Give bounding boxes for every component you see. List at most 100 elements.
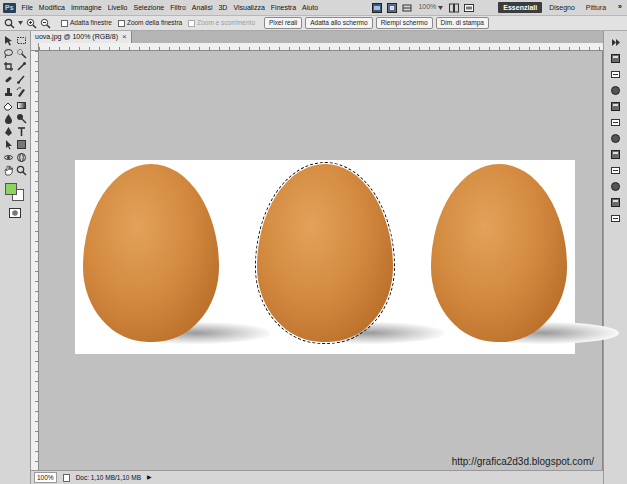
workspace-button[interactable]: Disegno <box>545 2 579 13</box>
eyedropper-tool-icon[interactable] <box>16 61 27 72</box>
option-checkbox-row: Zoom e scorrimento <box>188 18 255 28</box>
foreground-color-swatch[interactable] <box>5 183 17 195</box>
menu-item[interactable]: Aiuto <box>302 2 318 14</box>
healing-tool-icon[interactable] <box>3 74 14 85</box>
menu-items: File Modifica Immagine Livello Selezione Filt… <box>22 2 319 14</box>
move-tool-icon[interactable] <box>3 35 14 46</box>
option-checkbox-label[interactable]: Adatta finestre <box>70 18 112 28</box>
adjustments-panel-icon[interactable] <box>610 85 621 96</box>
masks-panel-icon[interactable] <box>610 101 621 112</box>
egg <box>81 164 221 350</box>
shape-tool-icon[interactable] <box>16 139 27 150</box>
ruler-corner <box>31 43 39 51</box>
menu-item[interactable]: Analisi <box>192 2 213 14</box>
document-tabs: uova.jpg @ 100% (RGB/8) × <box>31 31 603 43</box>
zoom-tool-icon[interactable] <box>4 18 15 29</box>
tools-panel <box>0 31 31 484</box>
egg <box>429 164 569 350</box>
zoom-tool-options <box>4 18 51 29</box>
layers-panel-icon[interactable] <box>610 117 621 128</box>
mini-bridge-icon[interactable] <box>387 3 397 13</box>
quick-mask-icon[interactable] <box>9 208 21 218</box>
document-window: uova.jpg @ 100% (RGB/8) × http://grafica… <box>31 31 603 484</box>
history-brush-tool-icon[interactable] <box>16 87 27 98</box>
option-button[interactable]: Adatta allo schermo <box>305 17 372 29</box>
option-checkbox-label[interactable]: Zoom della finestra <box>127 18 182 28</box>
dodge-tool-icon[interactable] <box>16 113 27 124</box>
option-checkbox-row[interactable]: Zoom della finestra <box>118 18 182 28</box>
quick-selection-tool-icon[interactable] <box>16 48 27 59</box>
gradient-tool-icon[interactable] <box>16 100 27 111</box>
egg-shape[interactable] <box>257 164 393 342</box>
option-checkbox-row[interactable]: Adatta finestre <box>61 18 112 28</box>
lasso-tool-icon[interactable] <box>3 48 14 59</box>
stamp-tool-icon[interactable] <box>3 87 14 98</box>
screen-mode-icon[interactable] <box>464 3 474 13</box>
brushes-panel-icon[interactable] <box>610 197 621 208</box>
zoom-tool-icon[interactable] <box>16 165 27 176</box>
menu-item[interactable]: Filtro <box>170 2 186 14</box>
brush-tool-icon[interactable] <box>16 74 27 85</box>
horizontal-ruler[interactable] <box>39 43 603 51</box>
menu-item[interactable]: Modifica <box>39 2 65 14</box>
option-button[interactable]: Riempi schermo <box>376 17 433 29</box>
option-button[interactable]: Dim. di stampa <box>436 17 489 29</box>
option-checkbox[interactable] <box>61 20 68 27</box>
menu-item[interactable]: Livello <box>108 2 128 14</box>
vertical-ruler[interactable] <box>31 51 39 470</box>
option-buttons: Pixel realiAdatta allo schermo Riempi sch… <box>264 17 489 29</box>
document-title[interactable]: uova.jpg @ 100% (RGB/8) <box>35 32 118 43</box>
canvas-area: http://grafica2d3d.blogspot.com/ <box>39 51 603 470</box>
close-tab-button[interactable]: × <box>122 31 127 43</box>
menu-item[interactable]: 3D <box>218 2 227 14</box>
zoom-out-icon[interactable] <box>40 18 51 29</box>
eraser-tool-icon[interactable] <box>3 100 14 111</box>
option-checkboxes: Adatta finestre Zoom della finestra Zoom e… <box>61 18 255 28</box>
character-panel-icon[interactable] <box>610 213 621 224</box>
3d-rotate-tool-icon[interactable] <box>3 152 14 163</box>
menu-bar: Ps FileModificaImmagineLivelloSelezioneF… <box>0 0 627 16</box>
arrange-documents-icon[interactable] <box>449 3 459 13</box>
workspace-button[interactable]: Pittura <box>582 2 610 13</box>
status-bar: 100% Doc: 1,10 MB/1,10 MB ▶ <box>31 470 603 484</box>
workspace-button[interactable]: Essenziali <box>498 2 542 13</box>
menu-item[interactable]: File <box>22 2 33 14</box>
menu-item[interactable]: Visualizza <box>233 2 264 14</box>
type-tool-icon[interactable] <box>16 126 27 137</box>
marquee-tool-icon[interactable] <box>16 35 27 46</box>
blur-tool-icon[interactable] <box>3 113 14 124</box>
swatches-panel-icon[interactable] <box>610 69 621 80</box>
history-panel-icon[interactable] <box>610 165 621 176</box>
crop-tool-icon[interactable] <box>3 61 14 72</box>
document-tab[interactable]: uova.jpg @ 100% (RGB/8) × <box>31 31 132 43</box>
path-selection-tool-icon[interactable] <box>3 139 14 150</box>
extras-icon[interactable] <box>402 3 412 13</box>
zoom-in-icon[interactable] <box>26 18 37 29</box>
option-checkbox[interactable] <box>118 20 125 27</box>
paths-panel-icon[interactable] <box>610 149 621 160</box>
more-workspaces[interactable]: » <box>616 2 624 13</box>
dropdown-arrow-icon[interactable] <box>18 21 23 25</box>
panel-collapse-icon[interactable] <box>610 37 621 48</box>
status-menu-button[interactable]: ▶ <box>147 473 152 482</box>
3d-orbit-tool-icon[interactable] <box>16 152 27 163</box>
app-logo[interactable]: Ps <box>3 3 16 13</box>
hand-tool-icon[interactable] <box>3 165 14 176</box>
channels-panel-icon[interactable] <box>610 133 621 144</box>
status-zoom[interactable]: 100% <box>34 472 57 484</box>
menu-item[interactable]: Immagine <box>71 2 102 14</box>
dropdown-arrow-icon[interactable] <box>438 6 443 10</box>
watermark: http://grafica2d3d.blogspot.com/ <box>452 454 594 469</box>
zoom-dropdown[interactable]: 100% <box>418 2 443 13</box>
color-swatches <box>4 182 26 202</box>
menu-item[interactable]: Selezione <box>134 2 165 14</box>
pen-tool-icon[interactable] <box>3 126 14 137</box>
option-button[interactable]: Pixel reali <box>264 17 302 29</box>
document-info: Doc: 1,10 MB/1,10 MB <box>76 473 141 483</box>
menu-item[interactable]: Finestra <box>271 2 296 14</box>
zoom-value[interactable]: 100% <box>418 2 436 13</box>
bridge-icon[interactable] <box>372 3 382 13</box>
actions-panel-icon[interactable] <box>610 181 621 192</box>
photo <box>75 160 575 354</box>
color-panel-icon[interactable] <box>610 53 621 64</box>
